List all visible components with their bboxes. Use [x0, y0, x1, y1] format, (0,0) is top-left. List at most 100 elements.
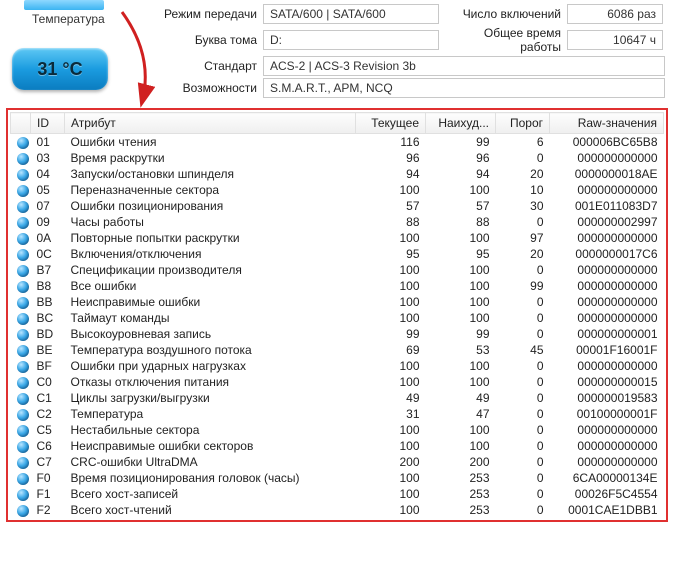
drive-spec-row: СтандартACS-2 | ACS-3 Revision 3b	[156, 56, 668, 76]
cell-threshold: 45	[496, 342, 550, 358]
cell-threshold: 0	[496, 262, 550, 278]
cell-raw: 000000000000	[550, 358, 664, 374]
table-row[interactable]: C7CRC-ошибки UltraDMA2002000000000000000	[11, 454, 664, 470]
smart-table-body: 01Ошибки чтения116996000006BC65B803Время…	[11, 134, 664, 519]
table-row[interactable]: C1Циклы загрузки/выгрузки494900000000195…	[11, 390, 664, 406]
cell-id: 0A	[31, 230, 65, 246]
cell-id: 04	[31, 166, 65, 182]
cell-raw: 0001CAE1DBB1	[550, 502, 664, 518]
cell-worst: 100	[426, 422, 496, 438]
table-row[interactable]: B7Спецификации производителя100100000000…	[11, 262, 664, 278]
cell-raw: 0000000018AE	[550, 166, 664, 182]
cell-raw: 000000000000	[550, 310, 664, 326]
cell-current: 57	[356, 198, 426, 214]
cell-id: 01	[31, 134, 65, 151]
cell-attribute: Запуски/остановки шпинделя	[65, 166, 356, 182]
cell-raw: 000000000000	[550, 438, 664, 454]
status-ball-cell	[11, 198, 31, 214]
cell-threshold: 0	[496, 390, 550, 406]
status-ball-cell	[11, 310, 31, 326]
table-row[interactable]: 04Запуски/остановки шпинделя949420000000…	[11, 166, 664, 182]
cell-raw: 00001F16001F	[550, 342, 664, 358]
status-ball-cell	[11, 182, 31, 198]
status-ball-icon	[17, 425, 29, 437]
cell-current: 100	[356, 422, 426, 438]
table-row[interactable]: F2Всего хост-чтений10025300001CAE1DBB1	[11, 502, 664, 518]
table-row[interactable]: 05Переназначенные сектора100100100000000…	[11, 182, 664, 198]
cell-worst: 57	[426, 198, 496, 214]
table-row[interactable]: B8Все ошибки10010099000000000000	[11, 278, 664, 294]
cell-id: C2	[31, 406, 65, 422]
drive-summary-panel: Температура 31 °C Режим передачиSATA/600…	[0, 0, 674, 106]
cell-id: C0	[31, 374, 65, 390]
table-row[interactable]: F1Всего хост-записей100253000026F5C4554	[11, 486, 664, 502]
cell-threshold: 6	[496, 134, 550, 151]
table-row[interactable]: 09Часы работы88880000000002997	[11, 214, 664, 230]
cell-threshold: 0	[496, 406, 550, 422]
cell-raw: 000000000000	[550, 182, 664, 198]
drive-spec-row: Буква томаD:Общее время работы10647 ч	[156, 26, 668, 54]
cell-worst: 253	[426, 486, 496, 502]
cell-current: 88	[356, 214, 426, 230]
cell-threshold: 0	[496, 374, 550, 390]
cell-worst: 253	[426, 470, 496, 486]
cell-threshold: 0	[496, 486, 550, 502]
col-raw[interactable]: Raw-значения	[550, 113, 664, 134]
cell-worst: 100	[426, 182, 496, 198]
cell-worst: 100	[426, 358, 496, 374]
status-ball-cell	[11, 470, 31, 486]
col-id[interactable]: ID	[31, 113, 65, 134]
status-ball-cell	[11, 150, 31, 166]
cell-attribute: Время раскрутки	[65, 150, 356, 166]
col-attribute[interactable]: Атрибут	[65, 113, 356, 134]
cell-raw: 00026F5C4554	[550, 486, 664, 502]
cell-current: 116	[356, 134, 426, 151]
cell-threshold: 0	[496, 294, 550, 310]
cell-worst: 200	[426, 454, 496, 470]
cell-id: B8	[31, 278, 65, 294]
cell-id: 05	[31, 182, 65, 198]
table-row[interactable]: C6Неисправимые ошибки секторов1001000000…	[11, 438, 664, 454]
status-ball-cell	[11, 422, 31, 438]
cell-threshold: 0	[496, 358, 550, 374]
table-row[interactable]: BBНеисправимые ошибки1001000000000000000	[11, 294, 664, 310]
table-row[interactable]: F0Время позиционирования головок (часы)1…	[11, 470, 664, 486]
cell-worst: 94	[426, 166, 496, 182]
status-ball-icon	[17, 313, 29, 325]
status-ball-cell	[11, 358, 31, 374]
status-ball-cell	[11, 246, 31, 262]
table-row[interactable]: C2Температура3147000100000001F	[11, 406, 664, 422]
cell-attribute: Все ошибки	[65, 278, 356, 294]
cell-worst: 100	[426, 278, 496, 294]
cell-worst: 100	[426, 374, 496, 390]
table-row[interactable]: BCТаймаут команды1001000000000000000	[11, 310, 664, 326]
cell-worst: 99	[426, 134, 496, 151]
cell-attribute: Ошибки при ударных нагрузках	[65, 358, 356, 374]
status-ball-cell	[11, 454, 31, 470]
table-row[interactable]: 01Ошибки чтения116996000006BC65B8	[11, 134, 664, 151]
table-row[interactable]: 0CВключения/отключения9595200000000017C6	[11, 246, 664, 262]
table-row[interactable]: 0AПовторные попытки раскрутки10010097000…	[11, 230, 664, 246]
status-ball-icon	[17, 233, 29, 245]
table-row[interactable]: BFОшибки при ударных нагрузках1001000000…	[11, 358, 664, 374]
table-row[interactable]: BDВысокоуровневая запись9999000000000000…	[11, 326, 664, 342]
table-row[interactable]: C5Нестабильные сектора100100000000000000…	[11, 422, 664, 438]
cell-current: 96	[356, 150, 426, 166]
col-current[interactable]: Текущее	[356, 113, 426, 134]
cell-attribute: Ошибки чтения	[65, 134, 356, 151]
col-status-icon[interactable]	[11, 113, 31, 134]
cell-worst: 47	[426, 406, 496, 422]
spec-label: Возможности	[156, 81, 259, 95]
cell-threshold: 0	[496, 438, 550, 454]
cell-attribute: Отказы отключения питания	[65, 374, 356, 390]
cell-current: 100	[356, 358, 426, 374]
cell-raw: 000000000000	[550, 230, 664, 246]
table-row[interactable]: 03Время раскрутки96960000000000000	[11, 150, 664, 166]
table-row[interactable]: 07Ошибки позиционирования575730001E01108…	[11, 198, 664, 214]
table-row[interactable]: BEТемпература воздушного потока695345000…	[11, 342, 664, 358]
col-threshold[interactable]: Порог	[496, 113, 550, 134]
table-row[interactable]: C0Отказы отключения питания1001000000000…	[11, 374, 664, 390]
cell-id: BD	[31, 326, 65, 342]
cell-current: 100	[356, 230, 426, 246]
col-worst[interactable]: Наихуд...	[426, 113, 496, 134]
